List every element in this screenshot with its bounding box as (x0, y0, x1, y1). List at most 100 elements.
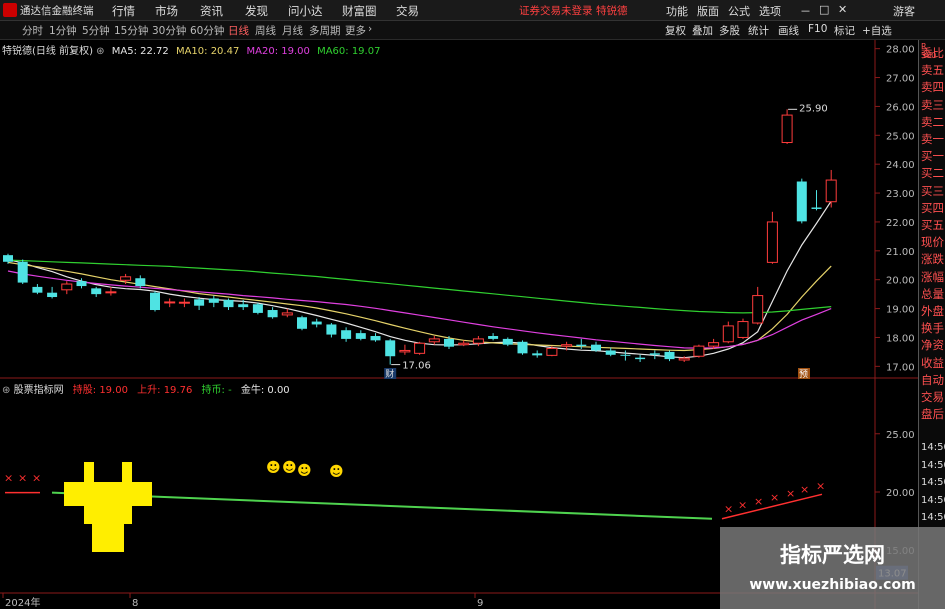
price-tick-label: 26.00 (886, 102, 915, 113)
date-tick-label: 2024年 (5, 596, 40, 609)
candle (591, 341, 601, 352)
indicator-tick-label: 25.00 (886, 430, 915, 441)
candle-body-up (472, 338, 484, 344)
candle-body-down (370, 336, 381, 341)
date-axis: 2024年 8 9 (2, 593, 483, 609)
side-label[interactable]: 换手 (921, 321, 944, 336)
candle (399, 344, 411, 355)
candle-body-down (3, 255, 13, 262)
ma-line-ma5 (7, 200, 832, 359)
candle-body-up (414, 342, 426, 354)
rise-marker: × (770, 491, 779, 504)
candle-body-down (208, 298, 219, 303)
candle (32, 284, 43, 295)
price-tick-label: 19.00 (886, 305, 915, 316)
price-tick-label: 27.00 (886, 74, 915, 85)
candle (811, 190, 822, 211)
candle (297, 315, 307, 331)
candle (649, 350, 660, 360)
candle-body-down (47, 292, 58, 298)
candle (414, 341, 426, 355)
candle-body-down (605, 350, 616, 355)
candle-body-down (297, 317, 307, 329)
side-label[interactable]: 涨跌 (921, 252, 944, 267)
chart-grid (0, 40, 918, 609)
candle (208, 295, 219, 308)
side-label[interactable]: 卖五 (921, 63, 944, 78)
smiley-icon: ☻ (329, 464, 344, 480)
side-label[interactable]: 涨幅 (921, 270, 944, 285)
kline-chart[interactable]: 17.00 18.00 19.00 20.00 21.00 22.00 23.00 24.00… (0, 0, 918, 609)
side-label[interactable]: 买五 (921, 218, 944, 233)
candle (693, 344, 705, 358)
candle-body-down (32, 286, 43, 293)
candle-body-down (488, 336, 499, 339)
side-label[interactable]: 卖三 (921, 98, 944, 113)
side-label[interactable]: 卖四 (921, 80, 944, 95)
candle-body-down (252, 304, 263, 313)
candle (605, 347, 616, 357)
candle-body-down (811, 207, 822, 209)
rise-marker: × (800, 483, 809, 496)
candle-body-down (194, 299, 205, 306)
side-label[interactable]: 总量 (921, 287, 944, 302)
side-label[interactable]: 委比 (921, 46, 944, 61)
side-time: 14:50 (921, 512, 945, 523)
candle (91, 286, 102, 298)
candle-body-down (385, 340, 396, 357)
rise-marker: × (724, 502, 733, 515)
side-label[interactable]: 交易 (921, 390, 944, 405)
candle (150, 291, 160, 312)
side-time: 14:50 (921, 477, 945, 488)
candle-body-down (576, 344, 587, 347)
candle (737, 318, 749, 339)
candle-body-down (664, 351, 675, 360)
side-label[interactable]: 盘后 (921, 407, 944, 422)
candle (635, 354, 646, 363)
price-tick-label: 23.00 (886, 189, 915, 200)
candle-body-down (341, 330, 352, 339)
date-tick-label: 8 (132, 598, 138, 609)
side-label[interactable]: 买一 (921, 149, 944, 164)
candle (252, 302, 263, 315)
ma-line-ma10 (7, 261, 832, 352)
candle (620, 350, 631, 361)
smiley-icon: ☻ (266, 460, 281, 476)
side-time: 14:50 (921, 442, 945, 453)
candle (488, 333, 499, 341)
candles (3, 109, 837, 365)
candle-body-up (120, 276, 132, 281)
candle-body-down (591, 344, 601, 351)
side-label[interactable]: 卖一 (921, 132, 944, 147)
candle-body-up (164, 301, 176, 304)
candle-body-down (517, 341, 528, 354)
watermark-box: 指标严选网 www.xuezhibiao.com (720, 527, 945, 609)
candle-body-down (635, 357, 646, 360)
side-label[interactable]: 自动 (921, 373, 944, 388)
finance-marker-label: 财 (385, 368, 394, 380)
candle-body-up (693, 345, 705, 357)
candle-body-down (502, 338, 513, 345)
candle (326, 323, 337, 338)
date-tick-label: 9 (477, 598, 483, 609)
side-label[interactable]: 买四 (921, 201, 944, 216)
side-label[interactable]: 现价 (921, 235, 944, 250)
candle-body-down (620, 354, 631, 356)
candle (385, 338, 396, 365)
candle (3, 253, 13, 264)
side-label[interactable]: 买三 (921, 184, 944, 199)
candle-body-up (458, 342, 470, 346)
side-label[interactable]: 净资 (921, 338, 944, 353)
hold-marker: × (32, 472, 41, 485)
side-label[interactable]: 买二 (921, 166, 944, 181)
side-label[interactable]: 卖二 (921, 115, 944, 130)
side-label[interactable]: 外盘 (921, 304, 944, 319)
price-tick-label: 18.00 (886, 333, 915, 344)
price-tick-label: 24.00 (886, 160, 915, 171)
candle-body-down (444, 338, 454, 347)
forecast-marker-label: 预 (799, 369, 808, 380)
quote-side-panel: R 300 委比 卖五 卖四 卖三 卖二 卖一 买一 买二 买三 买四 买五 现价 涨跌 涨幅 总量 外盘 换手净… (918, 40, 945, 609)
candle-body-down (76, 281, 87, 287)
candle (267, 307, 278, 319)
side-label[interactable]: 收益 (921, 356, 944, 371)
